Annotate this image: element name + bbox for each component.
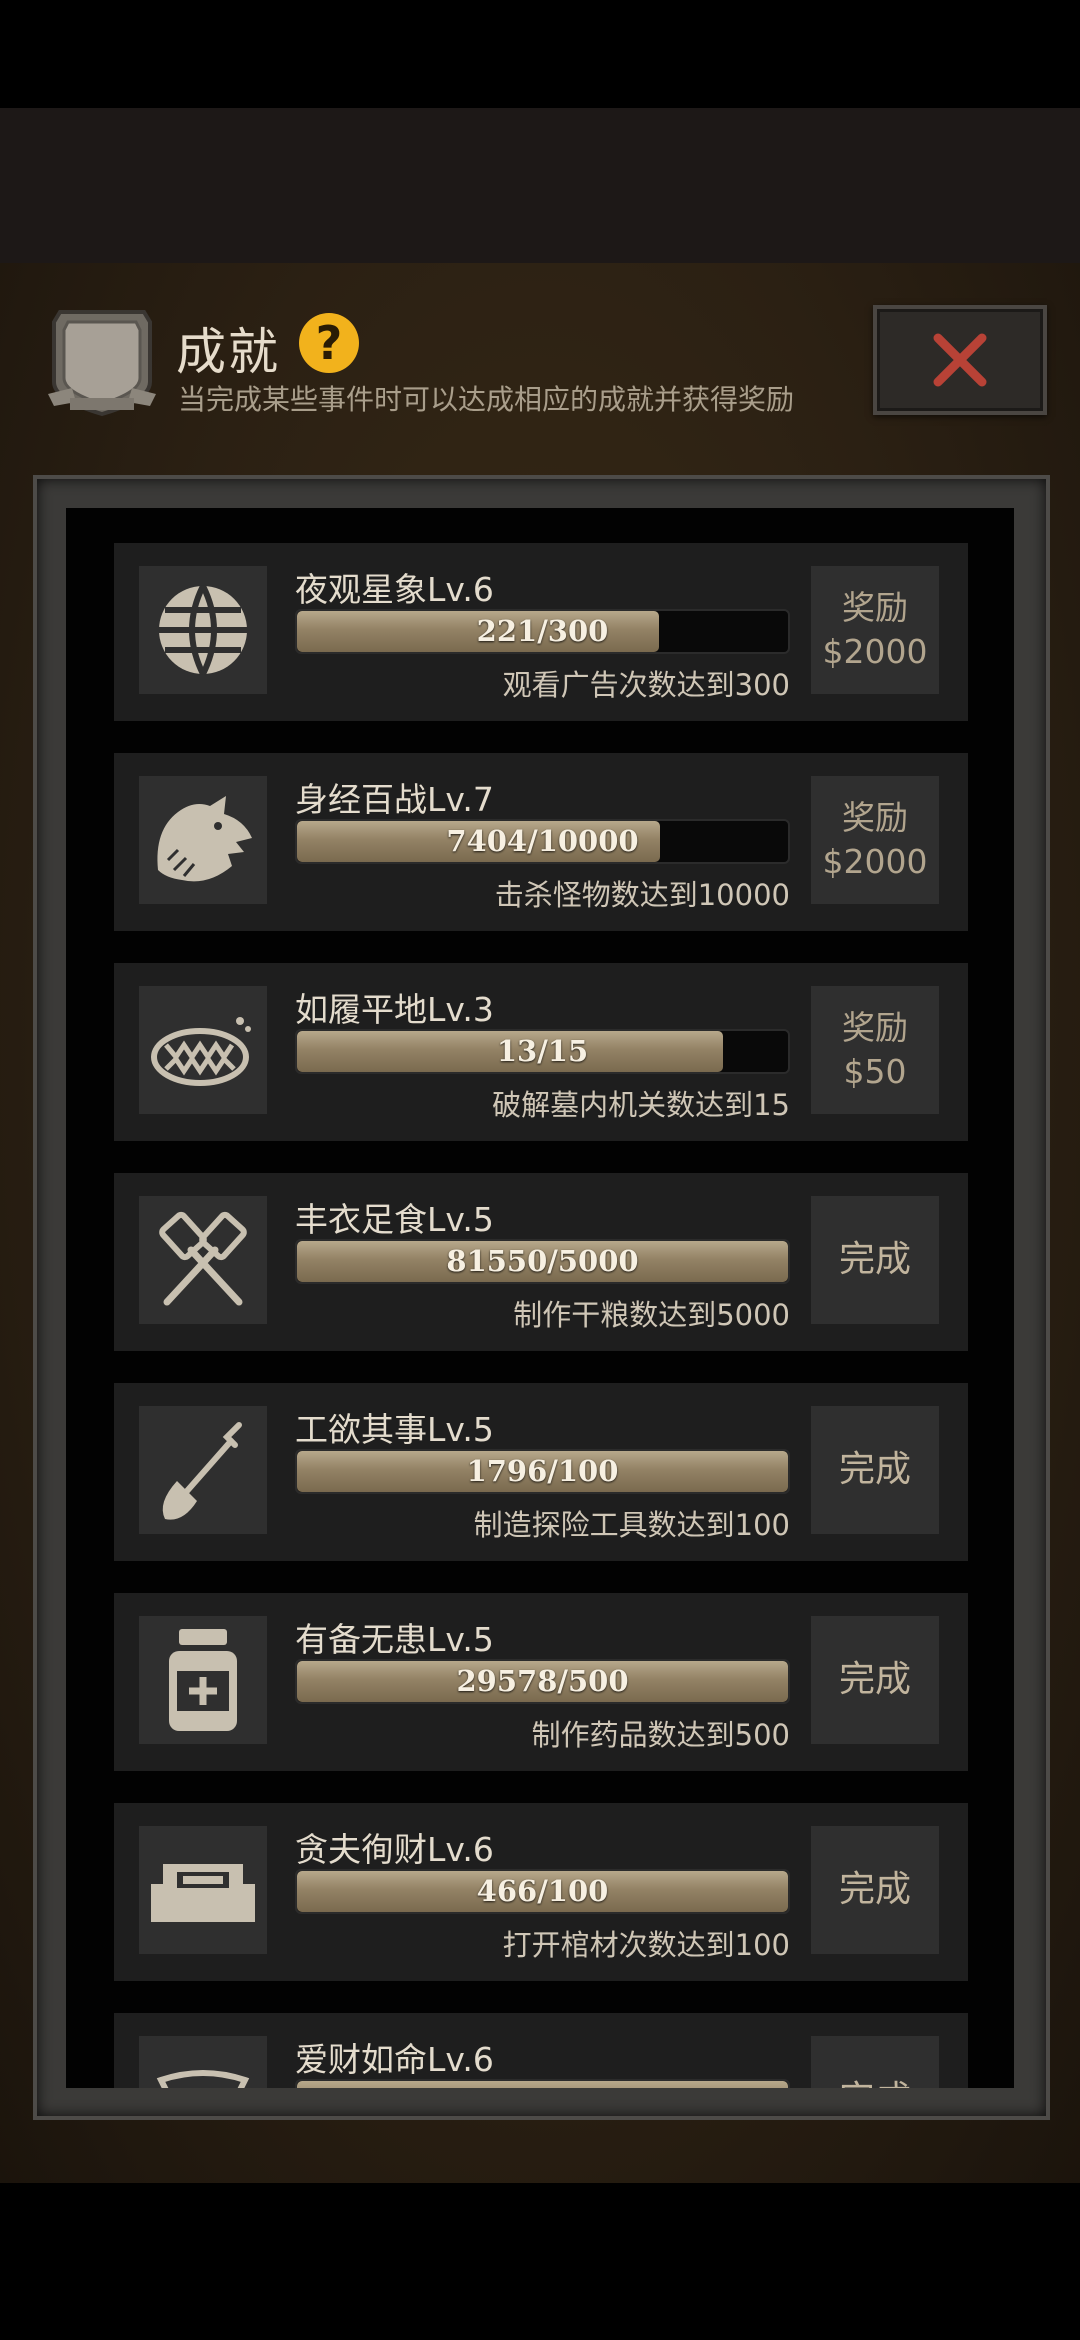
achievement-description: 制造探险工具数达到100: [473, 1508, 790, 1542]
claim-reward-button[interactable]: 奖励 $2000: [811, 776, 939, 904]
achievement-description: 观看广告次数达到300: [502, 668, 790, 702]
trap-icon: [139, 986, 267, 1114]
complete-label: 完成: [839, 2078, 911, 2088]
progress-text: 221/300: [476, 614, 609, 648]
progress-text: 81550/5000: [446, 1244, 639, 1278]
complete-label: 完成: [838, 1239, 911, 1280]
progress-bar: 7404/10000: [295, 819, 790, 864]
claim-reward-button[interactable]: 奖励 $50: [811, 986, 939, 1114]
achievement-card: 如履平地Lv.3 13/15 破解墓内机关数达到15 奖励 $50: [114, 963, 968, 1141]
progress-text: 29578/500: [456, 1664, 629, 1698]
progress-bar: 29578/500: [295, 1659, 790, 1704]
help-icon[interactable]: ?: [299, 313, 359, 373]
reward-amount: $2000: [822, 842, 928, 881]
complete-button[interactable]: 完成: [811, 1826, 939, 1954]
complete-label: 完成: [838, 1869, 911, 1910]
achievement-title: 丰衣足食Lv.5: [295, 1200, 494, 1239]
close-icon: [933, 333, 987, 387]
achievement-list[interactable]: 夜观星象Lv.6 221/300 观看广告次数达到300 奖励 $2000 身经…: [66, 508, 1014, 2088]
achievement-title: 有备无患Lv.5: [295, 1620, 494, 1659]
complete-label: 完成: [838, 1659, 911, 1700]
achievement-description: 破解墓内机关数达到15: [492, 1088, 790, 1122]
page-subtitle: 当完成某些事件时可以达成相应的成就并获得奖励: [178, 383, 795, 416]
medicine-bottle-icon: [139, 1616, 267, 1744]
progress-text: 7404/10000: [446, 824, 639, 858]
progress-text: 466/100: [476, 1874, 609, 1908]
progress-bar: 13/15: [295, 1029, 790, 1074]
shovel-icon: [139, 1406, 267, 1534]
achievement-card: 夜观星象Lv.6 221/300 观看广告次数达到300 奖励 $2000: [114, 543, 968, 721]
achievement-title: 如履平地Lv.3: [295, 990, 494, 1029]
achievement-title: 贪夫徇财Lv.6: [295, 1830, 494, 1869]
progress-bar: 221/300: [295, 609, 790, 654]
wolf-icon: [139, 776, 267, 904]
progress-bar: 81550/5000: [295, 1239, 790, 1284]
progress-bar: [295, 2079, 790, 2088]
status-bar: [0, 0, 1080, 108]
achievement-card: 工欲其事Lv.5 1796/100 制造探险工具数达到100 完成: [114, 1383, 968, 1561]
page-title: 成就: [176, 323, 280, 381]
reward-label: 奖励: [842, 588, 908, 627]
achievement-card: 爱财如命Lv.6 完成: [114, 2013, 968, 2088]
reward-label: 奖励: [842, 1008, 908, 1047]
achievement-card: 丰衣足食Lv.5 81550/5000 制作干粮数达到5000 完成: [114, 1173, 968, 1351]
achievement-shield-icon: [46, 302, 158, 420]
globe-icon: [139, 566, 267, 694]
navigation-bar: [0, 2183, 1080, 2340]
claim-reward-button[interactable]: 奖励 $2000: [811, 566, 939, 694]
complete-button[interactable]: 完成: [811, 1406, 939, 1534]
achievement-card: 贪夫徇财Lv.6 466/100 打开棺材次数达到100 完成: [114, 1803, 968, 1981]
achievement-card: 有备无患Lv.5 29578/500 制作药品数达到500 完成: [114, 1593, 968, 1771]
complete-button[interactable]: 完成: [811, 2036, 939, 2088]
progress-bar: 1796/100: [295, 1449, 790, 1494]
progress-text: 13/15: [496, 1034, 589, 1068]
reward-amount: $2000: [822, 632, 928, 671]
achievement-title: 身经百战Lv.7: [295, 780, 494, 819]
progress-text: 1796/100: [466, 1454, 619, 1488]
achievement-card: 身经百战Lv.7 7404/10000 击杀怪物数达到10000 奖励 $200…: [114, 753, 968, 931]
close-button[interactable]: [873, 305, 1047, 415]
coffin-icon: [139, 1826, 267, 1954]
achievement-description: 制作干粮数达到5000: [513, 1298, 790, 1332]
achievement-description: 击杀怪物数达到10000: [494, 878, 790, 912]
reward-amount: $50: [843, 1052, 907, 1091]
achievement-title: 爱财如命Lv.6: [295, 2040, 494, 2079]
progress-bar: 466/100: [295, 1869, 790, 1914]
gold-ingot-icon: [139, 2036, 267, 2088]
complete-button[interactable]: 完成: [811, 1616, 939, 1744]
achievement-description: 打开棺材次数达到100: [502, 1928, 790, 1962]
complete-button[interactable]: 完成: [811, 1196, 939, 1324]
complete-label: 完成: [838, 1449, 911, 1490]
achievement-title: 夜观星象Lv.6: [295, 570, 494, 609]
spatula-icon: [139, 1196, 267, 1324]
achievement-title: 工欲其事Lv.5: [295, 1410, 494, 1449]
progress-text: [297, 2081, 788, 2088]
reward-label: 奖励: [842, 798, 908, 837]
achievement-description: 制作药品数达到500: [531, 1718, 790, 1752]
